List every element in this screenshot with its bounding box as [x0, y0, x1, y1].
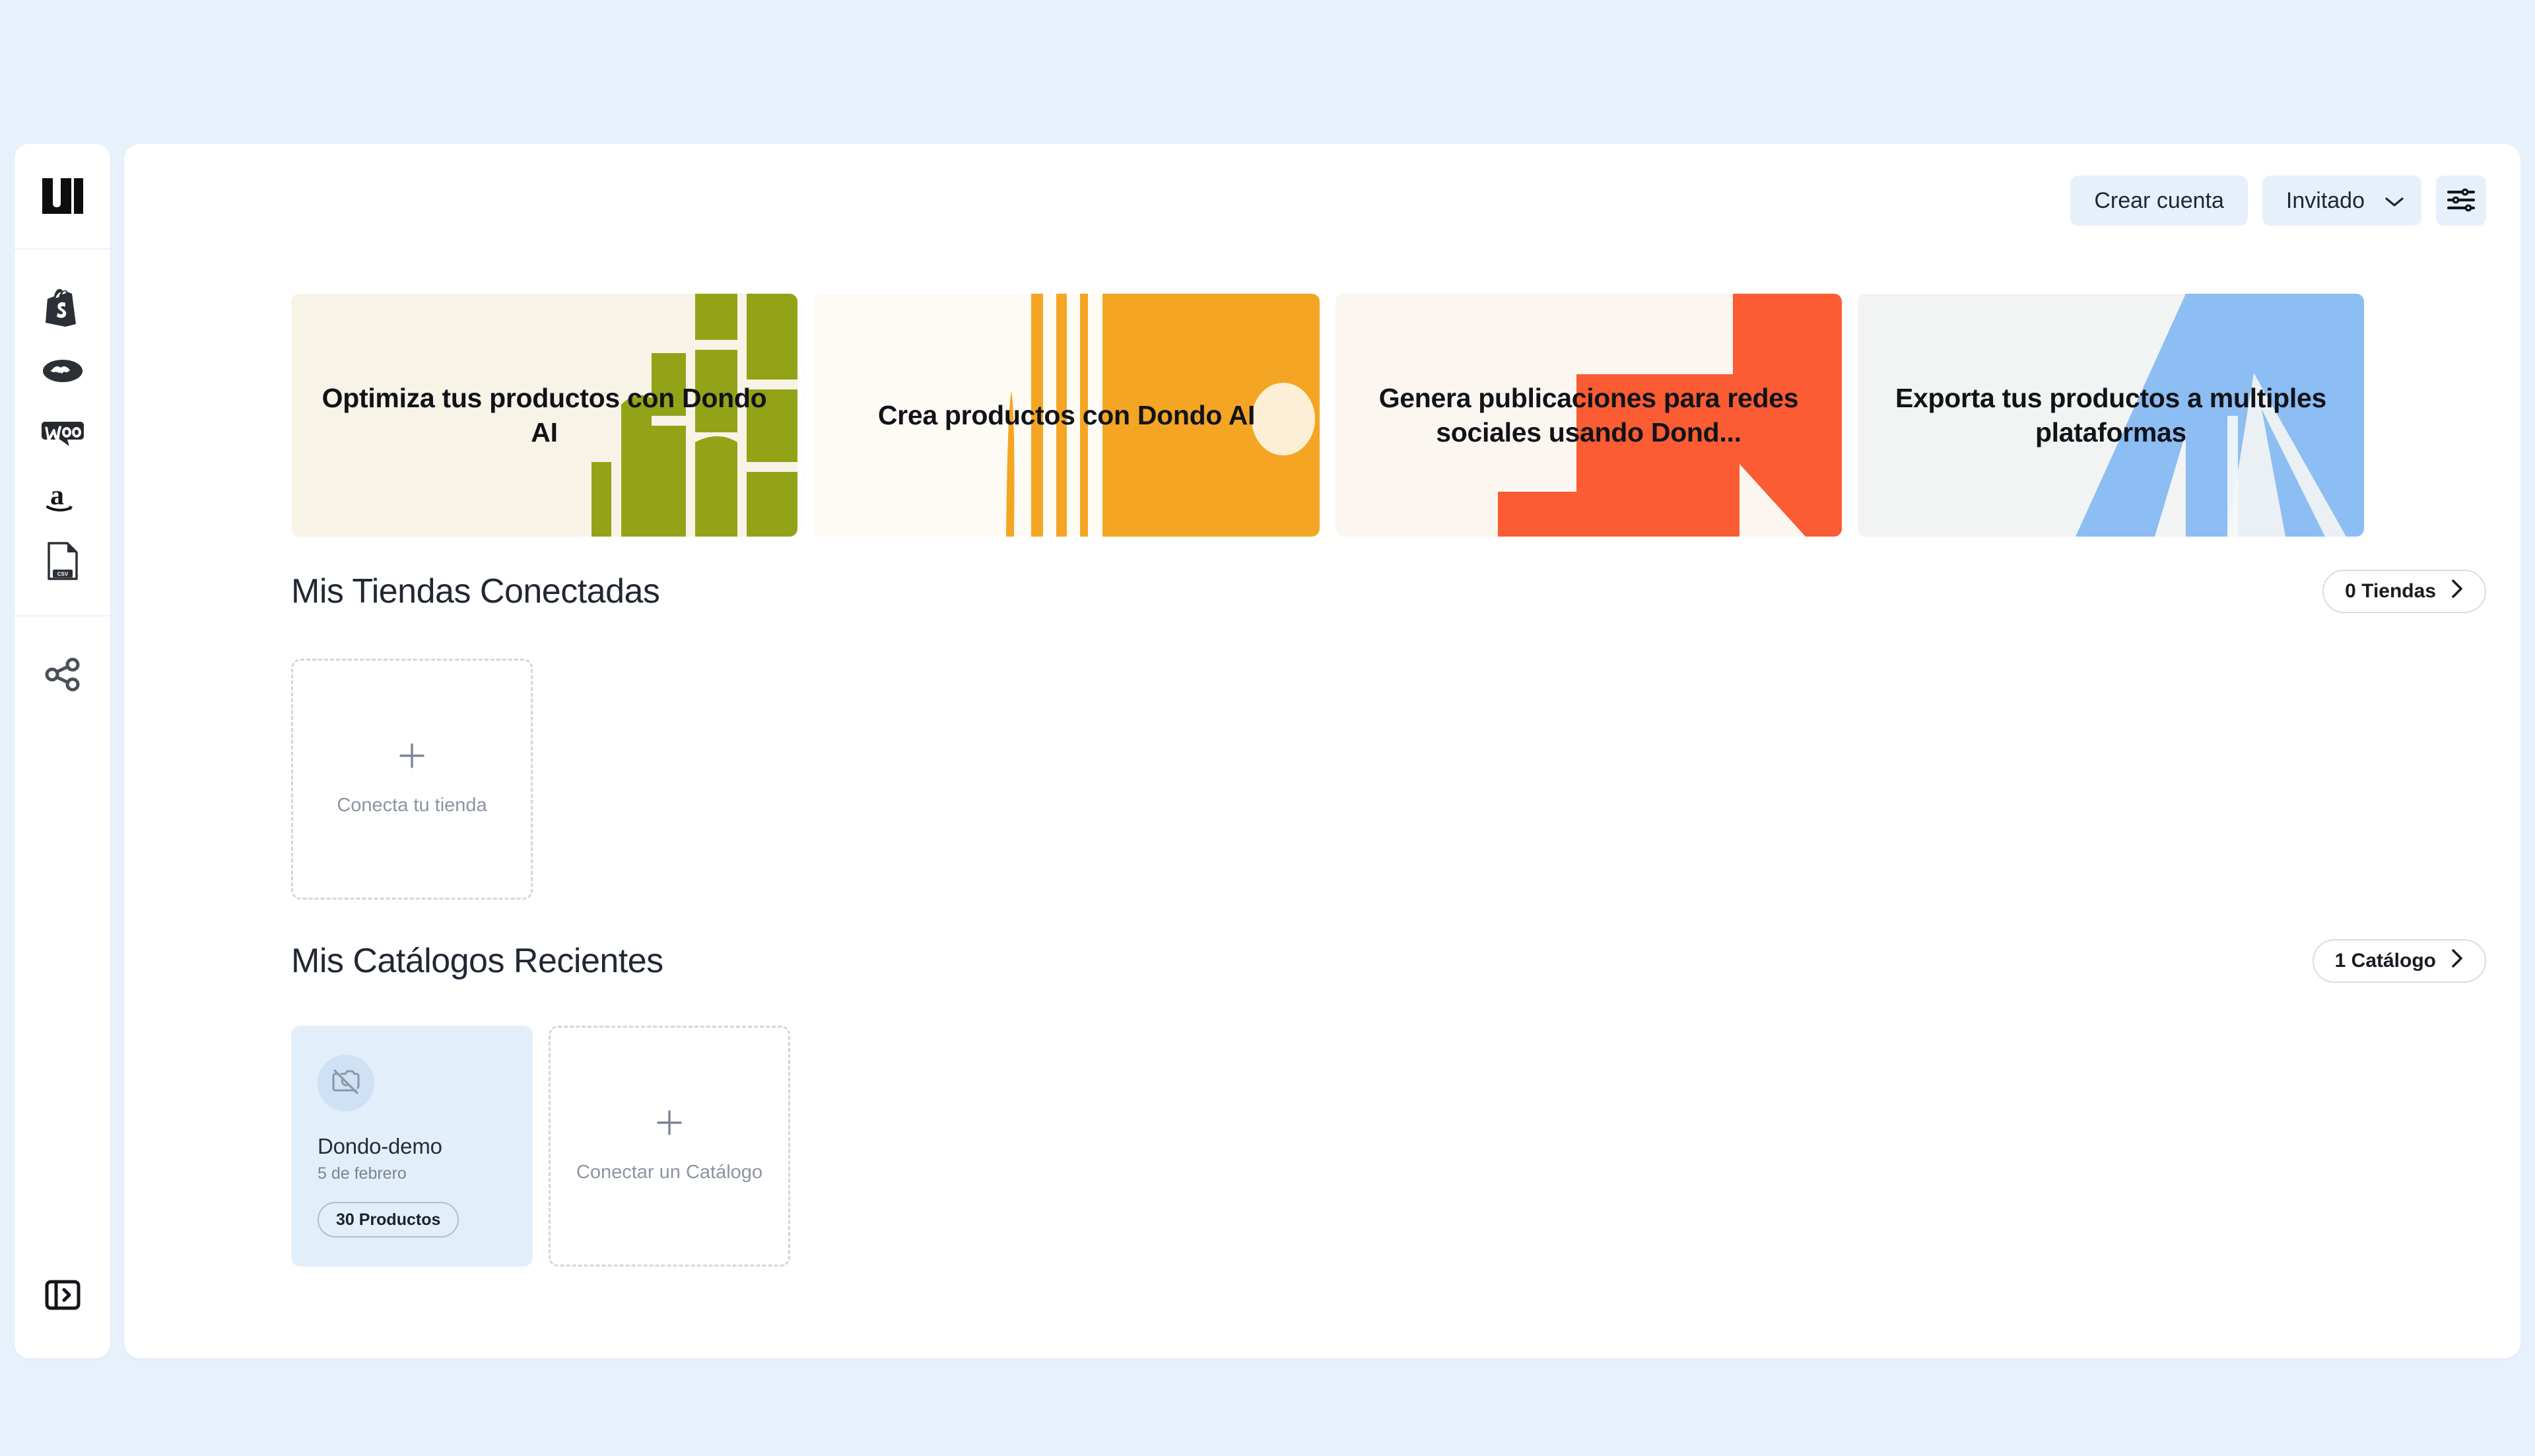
promo-banner-title: Crea productos con Dondo AI: [877, 399, 1256, 430]
promo-banner-title: Genera publicaciones para redes sociales…: [1378, 382, 1799, 447]
connect-catalog-card[interactable]: Conectar un Catálogo: [549, 1026, 790, 1267]
chevron-right-icon: [2450, 579, 2464, 604]
svg-text:CSV: CSV: [57, 572, 68, 578]
stores-count-label: 0 Tiendas: [2345, 580, 2436, 602]
connect-store-label: Conecta tu tienda: [337, 794, 487, 816]
catalog-name: Dondo-demo: [318, 1134, 442, 1158]
settings-button[interactable]: [2436, 176, 2486, 226]
catalog-date: 5 de febrero: [318, 1164, 407, 1183]
svg-text:a: a: [50, 480, 64, 511]
create-account-button[interactable]: Crear cuenta: [2070, 176, 2248, 226]
amazon-icon: a: [44, 480, 82, 515]
promo-banner-title: Optimiza tus productos con Dondo AI: [321, 382, 767, 447]
catalog-products-badge: 30 Productos: [318, 1202, 459, 1238]
app-root: a CSV Crear cuenta Invitado Optimiza tus…: [0, 0, 2535, 1456]
chevron-down-icon: [2384, 188, 2404, 214]
top-bar: Crear cuenta Invitado: [2070, 176, 2486, 226]
promo-banner-optimize[interactable]: Optimiza tus productos con Dondo AI: [291, 294, 797, 537]
account-menu-button[interactable]: Invitado: [2262, 176, 2421, 226]
promo-banner-create[interactable]: Crea productos con Dondo AI: [813, 294, 1320, 537]
sliders-icon: [2447, 187, 2476, 215]
catalog-card[interactable]: Dondo-demo 5 de febrero 30 Productos: [291, 1026, 533, 1267]
sidebar-item-woocommerce[interactable]: [31, 403, 94, 466]
sidebar-item-amazon[interactable]: a: [31, 466, 94, 529]
chevron-right-icon: [2450, 948, 2464, 974]
plus-icon: [397, 741, 427, 774]
dondo-logo[interactable]: [15, 144, 110, 249]
connect-catalog-label: Conectar un Catálogo: [576, 1161, 763, 1183]
catalog-thumbnail: [318, 1055, 374, 1111]
csv-file-icon: CSV: [47, 542, 79, 580]
catalogs-section-title: Mis Catálogos Recientes: [291, 942, 663, 980]
plus-icon: [654, 1108, 685, 1141]
share-icon: [44, 657, 81, 692]
stores-count-pill[interactable]: 0 Tiendas: [2322, 570, 2486, 613]
catalogs-section-header: Mis Catálogos Recientes 1 Catálogo: [291, 939, 2486, 983]
promo-banner-export[interactable]: Exporta tus productos a multiples plataf…: [1858, 294, 2364, 537]
sidebar-tools-group: [15, 616, 110, 706]
create-account-label: Crear cuenta: [2094, 187, 2224, 213]
sidebar-collapse-toggle[interactable]: [31, 1265, 94, 1328]
shopify-icon: [45, 288, 80, 327]
sidebar-item-shopify[interactable]: [31, 276, 94, 339]
sidebar-item-csv[interactable]: CSV: [31, 529, 94, 593]
promo-banner-social[interactable]: Genera publicaciones para redes sociales…: [1335, 294, 1842, 537]
connect-store-card[interactable]: Conecta tu tienda: [291, 659, 533, 900]
stores-card-row: Conecta tu tienda: [291, 659, 533, 900]
woocommerce-icon: [41, 420, 84, 448]
sidebar: a CSV: [15, 144, 110, 1358]
image-off-icon: [331, 1067, 361, 1100]
catalogs-card-row: Dondo-demo 5 de febrero 30 Productos Con…: [291, 1026, 790, 1267]
main-panel: Crear cuenta Invitado Optimiza tus produ…: [124, 144, 2520, 1358]
promo-banner-title: Exporta tus productos a multiples plataf…: [1895, 382, 2327, 447]
promo-banner-row: Optimiza tus productos con Dondo AI Crea…: [291, 294, 2364, 537]
mercadolibre-icon: [42, 356, 83, 385]
stores-section-header: Mis Tiendas Conectadas 0 Tiendas: [291, 570, 2486, 613]
catalogs-count-pill[interactable]: 1 Catálogo: [2312, 939, 2486, 983]
panel-expand-icon: [44, 1276, 81, 1317]
sidebar-item-mercadolibre[interactable]: [31, 339, 94, 403]
stores-section-title: Mis Tiendas Conectadas: [291, 572, 660, 611]
sidebar-item-share[interactable]: [31, 643, 94, 706]
catalogs-count-label: 1 Catálogo: [2334, 950, 2436, 972]
account-menu-label: Invitado: [2285, 187, 2365, 213]
sidebar-channel-group: a CSV: [15, 249, 110, 616]
